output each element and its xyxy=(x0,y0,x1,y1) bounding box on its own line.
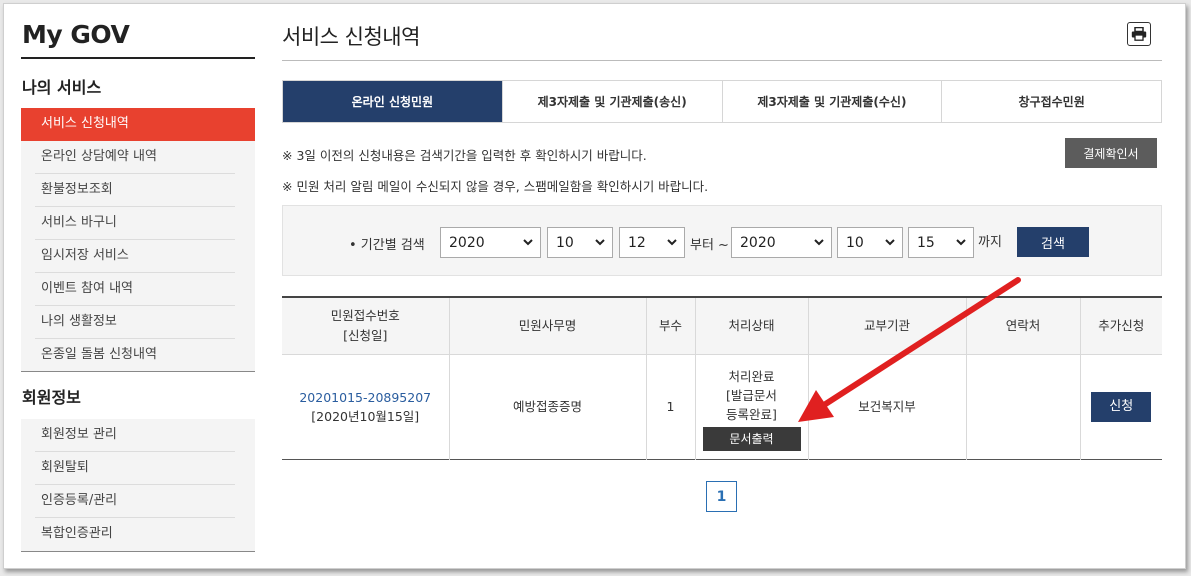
menu-divider xyxy=(21,371,255,372)
sidebar-item-member-manage[interactable]: 회원정보 관리 xyxy=(21,419,255,452)
tab-counter-application[interactable]: 창구접수민원 xyxy=(941,81,1161,122)
pagination-page-1[interactable]: 1 xyxy=(706,481,737,512)
from-year-select[interactable]: 2020 xyxy=(440,227,541,258)
receipt-number-link[interactable]: 20201015-20895207 xyxy=(299,390,431,405)
to-year-select[interactable]: 2020 xyxy=(731,227,832,258)
from-year-value: 2020 xyxy=(449,234,485,251)
sidebar-item-service-basket[interactable]: 서비스 바구니 xyxy=(21,207,255,240)
cell-copies: 1 xyxy=(645,354,695,459)
to-month-value: 10 xyxy=(846,234,864,251)
printer-icon xyxy=(1131,27,1147,41)
to-month-select[interactable]: 10 xyxy=(837,227,903,258)
header-agency: 교부기관 xyxy=(807,297,966,355)
sidebar-item-online-consult[interactable]: 온라인 상담예약 내역 xyxy=(21,141,255,174)
header-add-apply: 추가신청 xyxy=(1079,297,1162,355)
table-header-row: 민원접수번호 [신청일] 민원사무명 부수 처리상태 교부기관 연락처 추가신청 xyxy=(282,297,1162,355)
sidebar-item-multi-auth[interactable]: 복합인증관리 xyxy=(21,518,255,551)
add-apply-button[interactable]: 신청 xyxy=(1091,391,1152,422)
page-frame: My GOV 나의 서비스 서비스 신청내역 온라인 상담예약 내역 환불정보조… xyxy=(3,3,1186,569)
page-title: 서비스 신청내역 xyxy=(282,25,420,49)
brand-title[interactable]: My GOV xyxy=(22,20,130,49)
tab-third-party-send[interactable]: 제3자제출 및 기관제출(송신) xyxy=(501,81,722,122)
table-row: 20201015-20895207 [2020년10월15일] 예방접종증명 1… xyxy=(282,354,1162,459)
status-text-1: 처리완료 xyxy=(728,368,775,384)
sidebar-item-refund-info[interactable]: 환불정보조회 xyxy=(21,174,255,207)
from-month-select[interactable]: 10 xyxy=(547,227,613,258)
cell-contact xyxy=(965,354,1080,459)
search-button[interactable]: 검색 xyxy=(1017,227,1089,257)
brand-divider xyxy=(21,57,255,59)
header-receipt-no: 민원접수번호 [신청일] xyxy=(282,297,449,355)
to-day-value: 15 xyxy=(917,234,935,251)
section-title-member-info: 회원정보 xyxy=(22,388,81,407)
to-suffix-label: 까지 xyxy=(978,235,1002,250)
title-divider xyxy=(282,60,1162,61)
sidebar-item-service-history[interactable]: 서비스 신청내역 xyxy=(21,108,255,141)
cell-agency: 보건복지부 xyxy=(807,354,966,459)
tab-third-party-receive[interactable]: 제3자제출 및 기관제출(수신) xyxy=(721,81,942,122)
tab-bar: 온라인 신청민원 제3자제출 및 기관제출(송신) 제3자제출 및 기관제출(수… xyxy=(282,80,1162,123)
application-table: 민원접수번호 [신청일] 민원사무명 부수 처리상태 교부기관 연락처 추가신청 … xyxy=(282,296,1162,460)
status-text-2: [발급문서 xyxy=(726,387,777,403)
cell-receipt: 20201015-20895207 [2020년10월15일] xyxy=(282,354,449,459)
cell-status: 처리완료 [발급문서 등록완료] 문서출력 xyxy=(694,354,808,459)
header-contact: 연락처 xyxy=(965,297,1080,355)
chevron-down-icon xyxy=(814,239,824,246)
sidebar-item-temp-saved[interactable]: 임시저장 서비스 xyxy=(21,240,255,273)
period-search-label: • 기간별 검색 xyxy=(349,238,425,253)
sidebar-item-withdraw[interactable]: 회원탈퇴 xyxy=(21,452,255,485)
cell-service-name: 예방접종증명 xyxy=(448,354,646,459)
member-info-menu: 회원정보 관리 회원탈퇴 인증등록/관리 복합인증관리 xyxy=(21,419,255,551)
print-button[interactable] xyxy=(1127,22,1151,46)
to-day-select[interactable]: 15 xyxy=(908,227,974,258)
from-day-value: 12 xyxy=(628,234,646,251)
from-month-value: 10 xyxy=(556,234,574,251)
header-status: 처리상태 xyxy=(694,297,808,355)
tab-online-application[interactable]: 온라인 신청민원 xyxy=(283,81,502,122)
menu-divider-bottom xyxy=(21,551,255,552)
sidebar-item-life-info[interactable]: 나의 생활정보 xyxy=(21,306,255,339)
chevron-down-icon xyxy=(956,239,966,246)
chevron-down-icon xyxy=(595,239,605,246)
period-search-box: • 기간별 검색 2020 10 12 부터 ~ 2020 10 15 까지 검… xyxy=(282,205,1162,276)
status-text-3: 등록완료] xyxy=(726,406,777,422)
notice-spam-mail: ※ 민원 처리 알림 메일이 수신되지 않을 경우, 스팸메일함을 확인하시기 … xyxy=(282,179,709,194)
chevron-down-icon xyxy=(885,239,895,246)
sidebar-item-cert-manage[interactable]: 인증등록/관리 xyxy=(21,485,255,518)
cell-add-apply: 신청 xyxy=(1079,354,1162,459)
notice-search-period: ※ 3일 이전의 신청내용은 검색기간을 입력한 후 확인하시기 바랍니다. xyxy=(282,148,647,163)
sidebar-item-event-history[interactable]: 이벤트 참여 내역 xyxy=(21,273,255,306)
payment-confirm-button[interactable]: 결제확인서 xyxy=(1065,138,1157,168)
to-year-value: 2020 xyxy=(740,234,776,251)
from-day-select[interactable]: 12 xyxy=(619,227,685,258)
header-copies: 부수 xyxy=(645,297,695,355)
from-suffix-label: 부터 ~ xyxy=(690,238,729,253)
chevron-down-icon xyxy=(523,239,533,246)
section-title-my-services: 나의 서비스 xyxy=(22,78,102,97)
print-document-button[interactable]: 문서출력 xyxy=(702,426,801,451)
my-services-menu: 서비스 신청내역 온라인 상담예약 내역 환불정보조회 서비스 바구니 임시저장… xyxy=(21,108,255,372)
header-service-name: 민원사무명 xyxy=(448,297,646,355)
chevron-down-icon xyxy=(667,239,677,246)
sidebar-item-allday-care[interactable]: 온종일 돌봄 신청내역 xyxy=(21,339,255,372)
apply-date: [2020년10월15일] xyxy=(311,408,420,424)
